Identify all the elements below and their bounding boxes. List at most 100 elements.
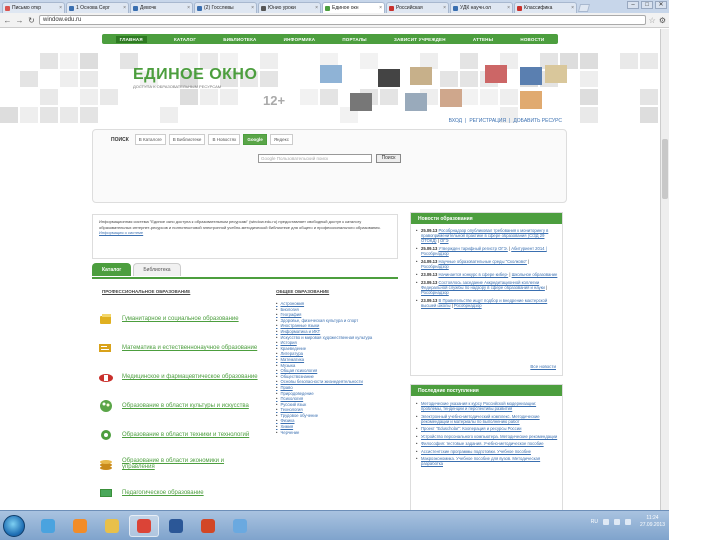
taskbar-apps [33,514,257,537]
back-arrow-icon[interactable]: ← [3,16,12,25]
scrollbar-thumb[interactable] [662,139,668,199]
nav-item[interactable]: ГЛАВНАЯ [115,35,147,43]
new-item-link[interactable]: Устройство персонального компьютера. Мет… [416,434,558,439]
tab-close-icon[interactable]: × [571,5,574,11]
reload-icon[interactable]: ↻ [27,16,36,25]
address-bar[interactable]: window.edu.ru [39,15,646,25]
nav-item[interactable]: ИНФОРМИКА [284,37,316,42]
search-tab[interactable]: Google [243,134,267,145]
minimize-button[interactable]: – [627,1,639,9]
taskbar-explorer-app-button[interactable] [33,515,63,537]
wrench-icon[interactable]: ⚙ [659,16,666,25]
new-item-link[interactable]: Проект "Eduscholar": Кооперация и ресурс… [416,426,558,431]
professional-education-heading[interactable]: ПРОФЕССИОНАЛЬНОЕ ОБРАЗОВАНИЕ [102,289,190,294]
tab-close-icon[interactable]: × [443,5,446,11]
news-link[interactable]: Научные образовательные среды "Сколково" [438,259,526,264]
nav-item[interactable]: ЗАВИСИТ УЧРЕЖДЕН [394,37,446,42]
tray-network-icon[interactable] [613,519,620,525]
new-item-link[interactable]: Методические указания к курсу Российской… [416,401,558,411]
forward-arrow-icon[interactable]: → [15,16,24,25]
register-link[interactable]: РЕГИСТРАЦИЯ [469,118,506,124]
new-item-link[interactable]: Ассистентские программы подготовки. Учеб… [416,449,558,454]
subject-link[interactable]: Черчение [276,430,394,436]
tab-close-icon[interactable]: × [123,5,126,11]
mosaic-tile [420,53,438,69]
nav-item[interactable]: БИБЛИОТЕКА [223,37,256,42]
browser-tab[interactable]: Письмо откр × [2,2,65,13]
start-button[interactable] [3,514,25,537]
search-button[interactable]: Поиск [376,154,401,163]
vertical-scrollbar[interactable] [660,29,669,510]
new-tab-button[interactable] [577,4,591,12]
taskbar-word-app-button[interactable] [161,515,191,537]
taskbar-chrome-app-button[interactable] [129,514,159,537]
category-item[interactable]: Педагогическое образование [98,483,258,503]
taskbar-media-app-button[interactable] [65,515,95,537]
news-link[interactable]: Состоялось заседание Аккредитационной ко… [421,280,545,290]
news-link[interactable]: В Правительстве ищут подбор и внедрение … [421,298,547,308]
all-news-link[interactable]: Все новости [530,364,556,369]
news-item: 23.09.13 В Правительстве ищут подбор и в… [416,298,558,308]
logo-subtitle: ДОСТУПА К ОБРАЗОВАТЕЛЬНЫМ РЕСУРСАМ [133,84,222,89]
taskbar-paint-app-button[interactable] [225,515,255,537]
browser-tab[interactable]: Юнио уроки × [258,2,321,13]
header-mosaic [0,53,658,123]
category-item[interactable]: Образование в области техники и технолог… [98,425,258,445]
category-item[interactable]: Образование в области культуры и искусст… [98,396,258,416]
mosaic-tile [260,53,278,69]
new-item-link[interactable]: Макроэкономика. Учебное пособие для вузо… [416,456,558,466]
tray-volume-icon[interactable] [624,519,631,525]
browser-tab[interactable]: 1 Основа Серг × [66,2,129,13]
new-item-link[interactable]: Философия: тестовые задания. Учебно-мето… [416,441,558,446]
search-tab[interactable]: Яндекс [269,134,293,145]
taskbar-folder-app-button[interactable] [97,515,127,537]
search-tab[interactable]: В Новостях [208,134,241,145]
news-tag-link[interactable]: Рособрнадзор [454,303,482,308]
news-tag-link[interactable]: Рособрнадзор [421,290,449,295]
taskbar-powerpoint-app-button[interactable] [193,515,223,537]
category-item[interactable]: Образование в области экономики и управл… [98,454,258,474]
login-link[interactable]: ВХОД [449,118,462,124]
category-item[interactable]: Гуманитарное и социальное образование [98,309,258,329]
tab-close-icon[interactable]: × [59,5,62,11]
browser-tab[interactable]: Единое окн × [322,2,385,13]
intro-link[interactable]: Информация о системе [99,230,143,235]
nav-item[interactable]: АТТЕНЫ [473,37,493,42]
search-tab[interactable]: В Библиотеке [168,134,206,145]
nav-item[interactable]: КАТАЛОГ [174,37,196,42]
site-logo[interactable]: ЕДИНОЕ ОКНО [133,66,257,84]
clock[interactable]: 11:24 27.09.2013 [640,515,665,529]
search-input[interactable]: Google Пользовательский поиск [258,154,372,163]
tab-close-icon[interactable]: × [251,5,254,11]
browser-tab[interactable]: (2) Госслевы × [194,2,257,13]
search-tab[interactable]: В Каталоге [134,134,166,145]
new-item-link[interactable]: Электронный учебно-методический комплекс… [416,414,558,424]
general-education-heading[interactable]: ОБЩЕЕ ОБРАЗОВАНИЕ [276,289,329,294]
nav-item[interactable]: ПОРТАЛЫ [342,37,366,42]
add-resource-link[interactable]: ДОБАВИТЬ РЕСУРС [513,118,562,124]
news-tag-link[interactable]: ОГЭ [440,238,449,243]
close-window-button[interactable]: ✕ [655,1,667,9]
category-item[interactable]: Медицинское и фармацевтическое образован… [98,367,258,387]
tab-close-icon[interactable]: × [507,5,510,11]
language-indicator[interactable]: RU [591,519,598,525]
browser-tab[interactable]: Девочк × [130,2,193,13]
browser-tab[interactable]: Российская × [386,2,449,13]
tab-catalog[interactable]: Каталог [92,263,132,276]
separator: | [465,118,467,124]
tab-close-icon[interactable]: × [315,5,318,11]
nav-item[interactable]: НОВОСТИ [520,37,544,42]
bookmark-star-icon[interactable]: ☆ [649,16,656,25]
category-item[interactable]: Математика и естественнонаучное образова… [98,338,258,358]
tray-flag-icon[interactable] [602,519,609,525]
news-tag-link[interactable]: Школьное образование [512,272,558,277]
tab-close-icon[interactable]: × [379,5,382,11]
news-link[interactable]: Начинается конкурс в сфере кибер- [438,272,508,277]
browser-tab[interactable]: Классифика × [514,2,577,13]
web-page: ГЛАВНАЯ КАТАЛОГ БИБЛИОТЕКА ИНФОРМИКА ПОРТАЛЫ… [0,29,660,510]
tab-close-icon[interactable]: × [187,5,190,11]
browser-tab[interactable]: УДК научн.ол × [450,2,513,13]
maximize-button[interactable]: □ [641,1,653,9]
news-tag-link[interactable]: Рособрнадзор [421,264,449,269]
tab-library[interactable]: Библиотека [133,263,181,276]
